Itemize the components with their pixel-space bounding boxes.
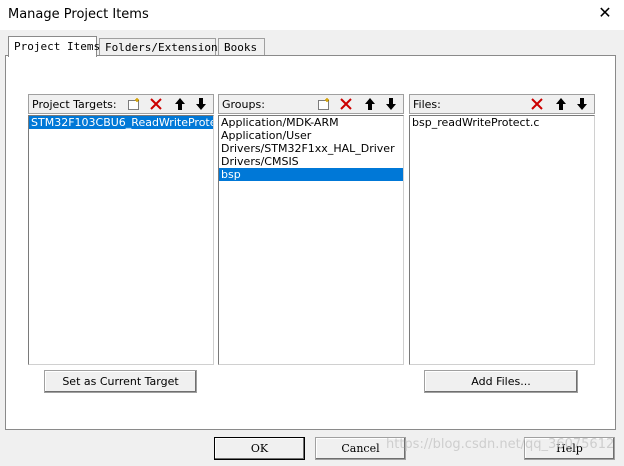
title-bar: Manage Project Items ✕ [0,0,624,30]
set-current-target-button[interactable]: Set as Current Target [44,370,197,393]
move-down-icon[interactable] [193,96,209,112]
move-down-icon[interactable] [383,96,399,112]
files-list[interactable]: bsp_readWriteProtect.c [409,115,595,365]
list-item[interactable]: Drivers/CMSIS [219,155,403,168]
targets-header: Project Targets: [28,94,214,114]
files-header: Files: [409,94,595,114]
tab-books[interactable]: Books [218,38,265,55]
list-item[interactable]: Drivers/STM32F1xx_HAL_Driver [219,142,403,155]
tab-project-items[interactable]: Project Items [8,36,100,57]
new-item-icon[interactable] [126,96,142,112]
tab-folders-extensions[interactable]: Folders/Extensions [99,38,224,55]
new-item-icon[interactable] [316,96,332,112]
close-icon[interactable]: ✕ [596,5,614,23]
ok-button[interactable]: OK [214,437,305,460]
groups-list[interactable]: Application/MDK-ARM Application/User Dri… [218,115,404,365]
targets-label: Project Targets: [32,98,117,111]
move-up-icon[interactable] [172,96,188,112]
list-item[interactable]: Application/MDK-ARM [219,116,403,129]
move-up-icon[interactable] [553,96,569,112]
move-down-icon[interactable] [574,96,590,112]
delete-icon[interactable] [338,96,354,112]
add-files-button[interactable]: Add Files... [424,370,578,393]
list-item[interactable]: bsp_readWriteProtect.c [410,116,594,129]
groups-header: Groups: [218,94,404,114]
project-items-panel: Project Targets: STM32F103CBU6_ReadWrite… [5,55,616,430]
list-item[interactable]: bsp [219,168,403,181]
groups-label: Groups: [222,98,265,111]
list-item[interactable]: STM32F103CBU6_ReadWriteProtect [29,116,213,129]
targets-list[interactable]: STM32F103CBU6_ReadWriteProtect [28,115,214,365]
list-item[interactable]: Application/User [219,129,403,142]
help-button[interactable]: Help [524,437,615,460]
window-title: Manage Project Items [8,7,149,22]
files-label: Files: [413,98,441,111]
move-up-icon[interactable] [362,96,378,112]
delete-icon[interactable] [529,96,545,112]
delete-icon[interactable] [148,96,164,112]
cancel-button[interactable]: Cancel [315,437,406,460]
